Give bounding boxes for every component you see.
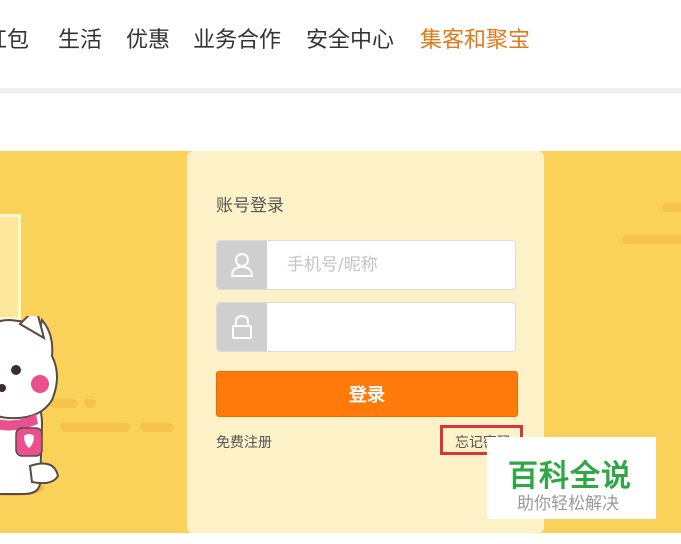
password-input[interactable] [267, 303, 515, 351]
password-field[interactable] [216, 302, 516, 352]
login-title: 账号登录 [216, 196, 284, 216]
nav-divider [0, 88, 681, 93]
lock-icon [217, 303, 267, 351]
nav-item-jikejubao[interactable]: 集客和聚宝 [420, 26, 530, 56]
user-icon [217, 241, 267, 289]
watermark-logo: 百科全说 助你轻松解决 [487, 437, 656, 519]
banner-frame-decoration [0, 214, 21, 320]
banner-bar-decoration [622, 235, 681, 244]
nav-item-security[interactable]: 安全中心 [306, 26, 394, 56]
nav-item-life[interactable]: 生活 [58, 26, 102, 56]
banner-bar-decoration [140, 423, 174, 432]
nav-item-business[interactable]: 业务合作 [193, 26, 281, 56]
banner-bar-decoration [84, 399, 96, 408]
register-link[interactable]: 免费注册 [216, 432, 272, 452]
username-field[interactable] [216, 240, 516, 290]
nav-item-hongbao[interactable]: 红包 [0, 26, 29, 56]
username-input[interactable] [267, 241, 515, 289]
watermark-subtitle: 助你轻松解决 [517, 494, 619, 514]
banner-bar-decoration [662, 203, 681, 212]
nav-item-deals[interactable]: 优惠 [126, 26, 170, 56]
login-button[interactable]: 登录 [216, 371, 518, 417]
mascot-dog-illustration [0, 316, 60, 496]
top-nav: 红包 生活 优惠 业务合作 安全中心 集客和聚宝 [0, 0, 681, 88]
